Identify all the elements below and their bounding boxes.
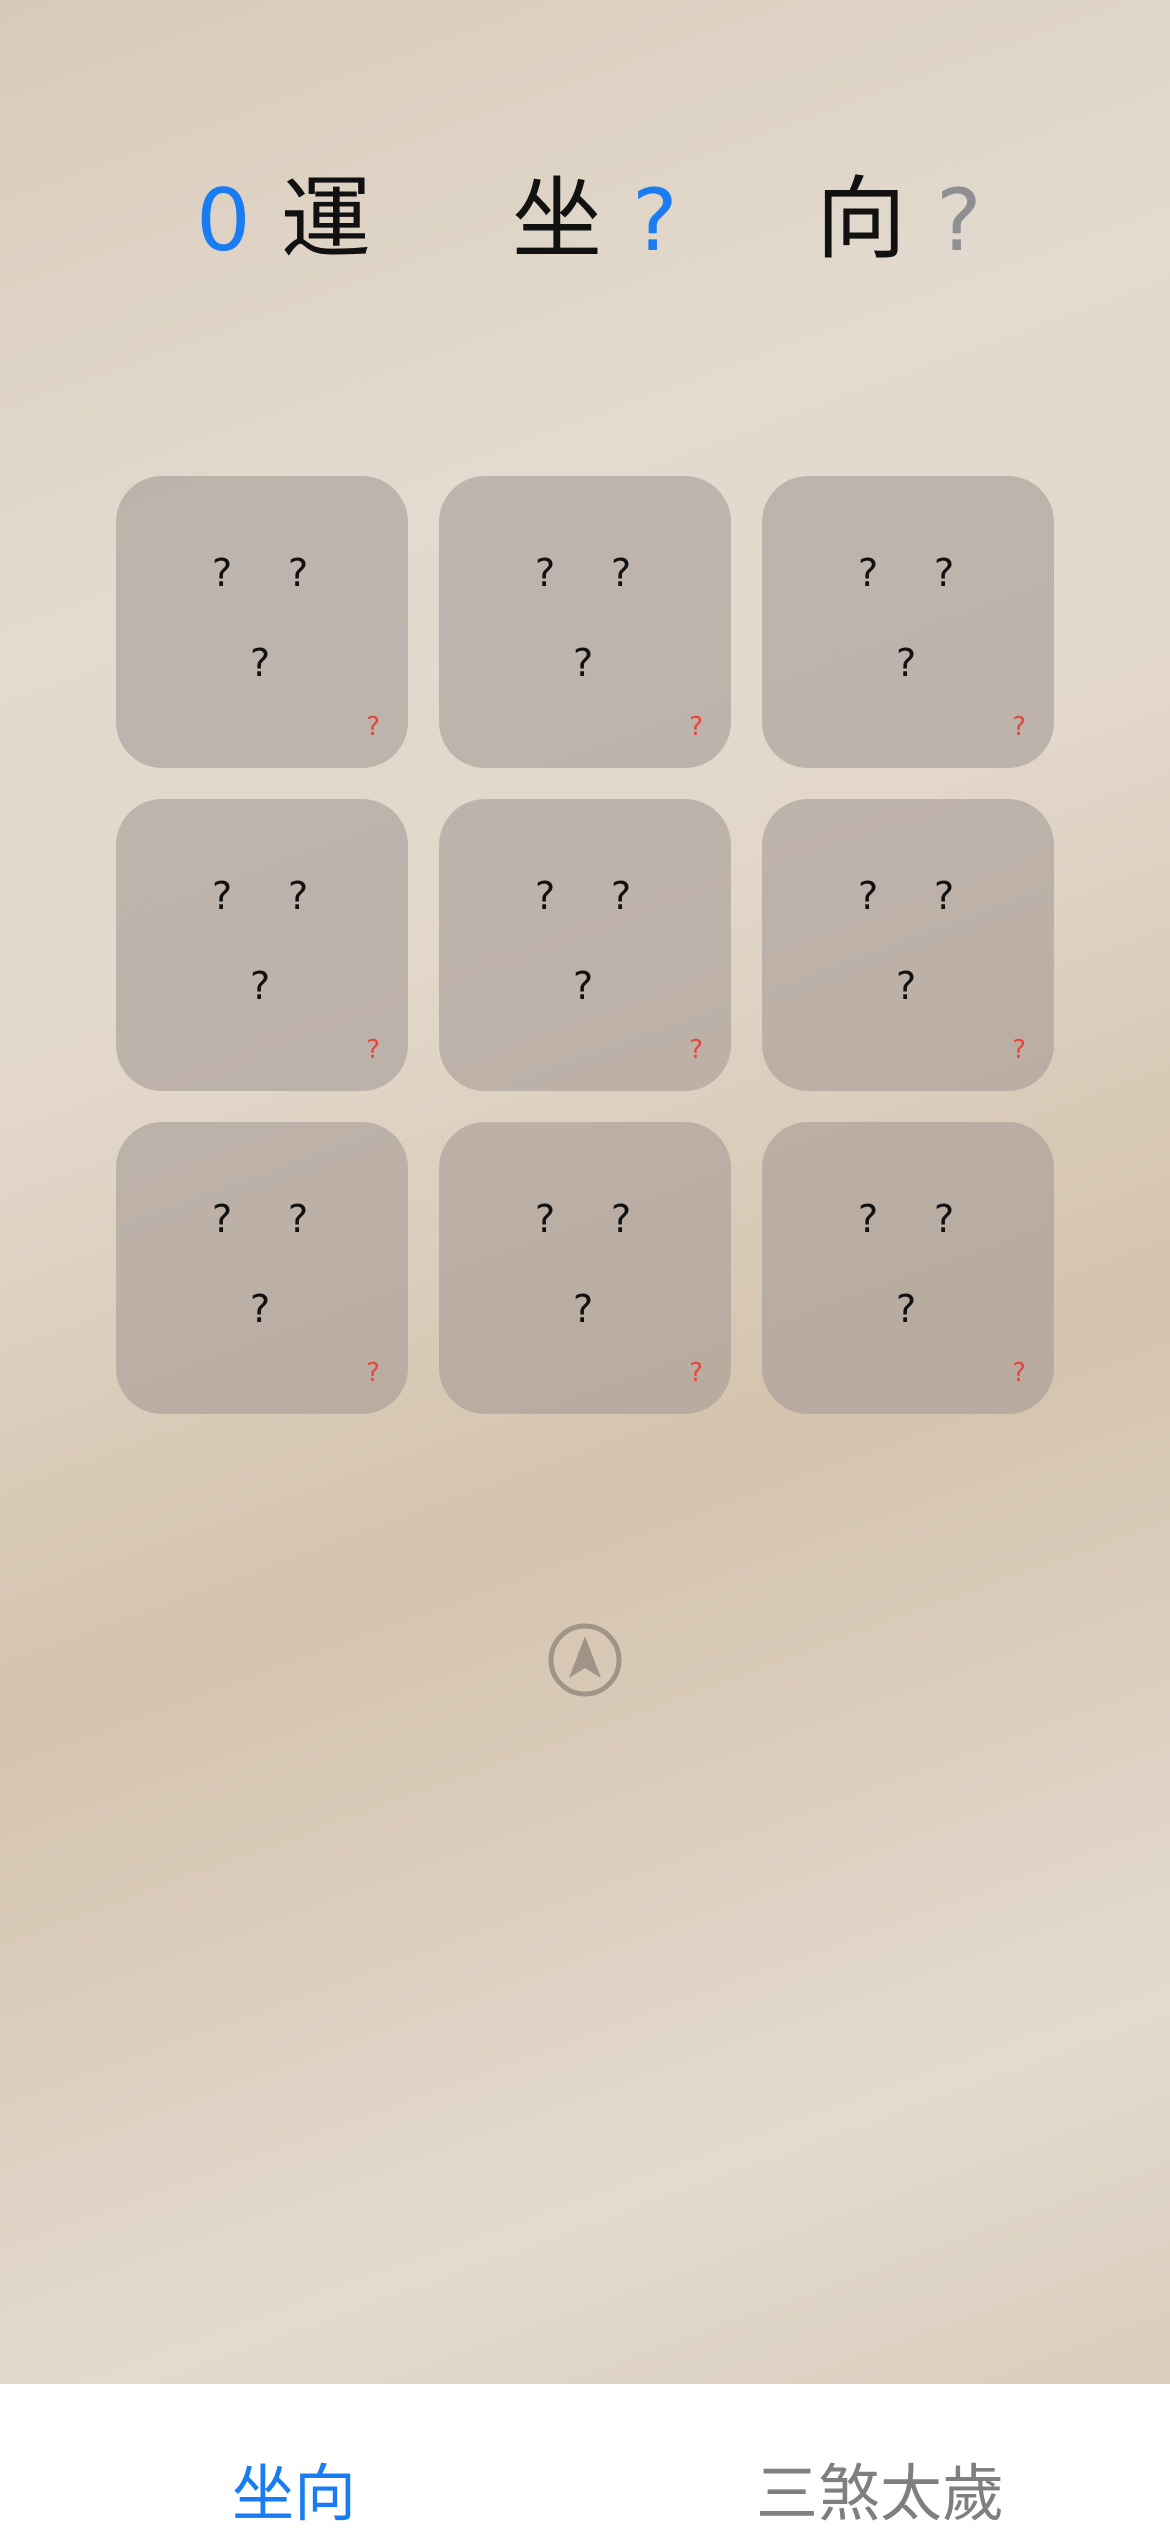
location-arrow-circle-icon[interactable] (547, 1622, 623, 1698)
palace-cell[interactable]: ? ? ? ? (762, 1122, 1054, 1414)
base-star: ? (896, 641, 917, 685)
palace-cell[interactable]: ? ? ? ? (439, 476, 731, 768)
corner-marker: ? (366, 712, 380, 742)
base-star: ? (250, 964, 271, 1008)
water-star: ? (934, 1197, 955, 1241)
corner-marker: ? (689, 712, 703, 742)
palace-cell[interactable]: ? ? ? ? (439, 1122, 731, 1414)
flying-star-grid: ? ? ? ? ? ? ? ? ? ? ? ? ? ? ? ? ? ? ? ? … (116, 476, 1054, 1414)
corner-marker: ? (366, 1358, 380, 1388)
palace-cell[interactable]: ? ? ? ? (762, 476, 1054, 768)
corner-marker: ? (689, 1035, 703, 1065)
mountain-star: ? (212, 551, 233, 595)
corner-marker: ? (1012, 1358, 1026, 1388)
water-star: ? (288, 551, 309, 595)
corner-marker: ? (689, 1358, 703, 1388)
tab-zuo-xiang[interactable]: 坐向 (232, 2456, 356, 2532)
xiang-label: 向 (816, 167, 906, 272)
mountain-star: ? (535, 551, 556, 595)
palace-cell[interactable]: ? ? ? ? (116, 476, 408, 768)
base-star: ? (573, 964, 594, 1008)
base-star: ? (896, 964, 917, 1008)
yun-label: 運 (280, 167, 371, 272)
palace-cell[interactable]: ? ? ? ? (116, 799, 408, 1091)
zuo-label: 坐 (512, 167, 602, 272)
mountain-star: ? (212, 874, 233, 918)
corner-marker: ? (1012, 1035, 1026, 1065)
tab-bar: 坐向 三煞太歲 (0, 2384, 1170, 2532)
mountain-star: ? (858, 874, 879, 918)
mountain-star: ? (212, 1197, 233, 1241)
xiang-value: ? (936, 171, 982, 271)
palace-cell[interactable]: ? ? ? ? (116, 1122, 408, 1414)
zuo-sitting[interactable]: 坐? (512, 160, 678, 281)
water-star: ? (288, 874, 309, 918)
mountain-star: ? (858, 551, 879, 595)
tab-san-sha-tai-sui[interactable]: 三煞太歲 (756, 2456, 1004, 2532)
zuo-value: ? (632, 171, 678, 271)
water-star: ? (611, 874, 632, 918)
mountain-star: ? (535, 874, 556, 918)
water-star: ? (934, 551, 955, 595)
palace-cell[interactable]: ? ? ? ? (762, 799, 1054, 1091)
yun-number: 0 (196, 171, 251, 271)
base-star: ? (896, 1287, 917, 1331)
water-star: ? (611, 551, 632, 595)
corner-marker: ? (366, 1035, 380, 1065)
water-star: ? (288, 1197, 309, 1241)
corner-marker: ? (1012, 712, 1026, 742)
xiang-facing[interactable]: 向? (816, 160, 982, 281)
yun-period[interactable]: 0運 (196, 160, 371, 281)
water-star: ? (611, 1197, 632, 1241)
header-bar: 0運 坐? 向? (0, 160, 1170, 280)
palace-cell[interactable]: ? ? ? ? (439, 799, 731, 1091)
mountain-star: ? (535, 1197, 556, 1241)
base-star: ? (250, 641, 271, 685)
water-star: ? (934, 874, 955, 918)
base-star: ? (250, 1287, 271, 1331)
base-star: ? (573, 641, 594, 685)
base-star: ? (573, 1287, 594, 1331)
mountain-star: ? (858, 1197, 879, 1241)
